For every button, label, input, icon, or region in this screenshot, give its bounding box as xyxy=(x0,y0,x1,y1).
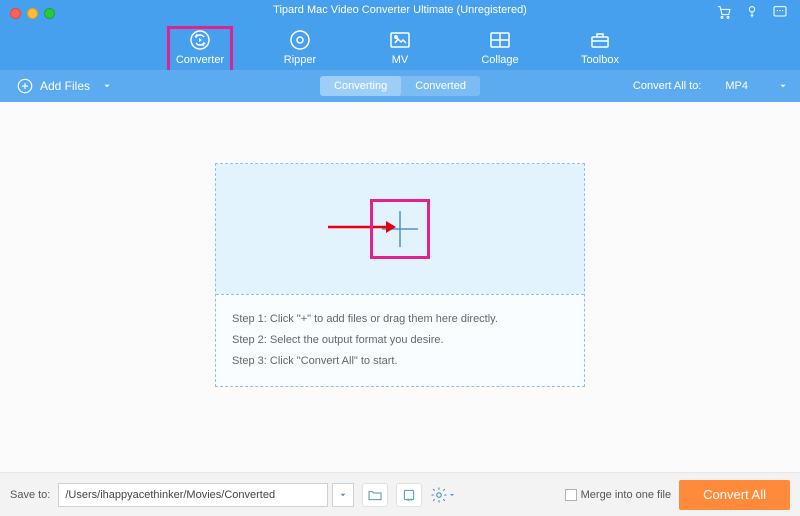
conversion-state-toggle[interactable]: Converting Converted xyxy=(320,76,480,96)
tab-label: Ripper xyxy=(284,54,316,66)
chevron-down-icon xyxy=(778,81,788,91)
save-path-value: /Users/ihappyacethinker/Movies/Converted xyxy=(65,489,275,501)
chevron-down-icon xyxy=(448,491,456,499)
feedback-icon[interactable] xyxy=(772,4,788,25)
open-folder-button[interactable] xyxy=(362,483,388,507)
convert-all-to-label: Convert All to: xyxy=(633,80,701,92)
merge-label: Merge into one file xyxy=(581,489,672,501)
output-format-value: MP4 xyxy=(725,80,748,92)
add-files-label: Add Files xyxy=(40,79,90,93)
svg-text:ON: ON xyxy=(407,497,413,502)
collage-icon xyxy=(488,28,512,52)
annotation-highlight xyxy=(370,199,430,259)
chevron-down-icon[interactable] xyxy=(102,81,112,91)
toolbox-icon xyxy=(588,28,612,52)
step-text: Step 1: Click "+" to add files or drag t… xyxy=(232,309,568,330)
checkbox-icon xyxy=(565,489,577,501)
tab-mv[interactable]: MV xyxy=(371,28,429,66)
ripper-icon xyxy=(288,28,312,52)
drop-zone[interactable]: Step 1: Click "+" to add files or drag t… xyxy=(215,163,585,387)
window-title: Tipard Mac Video Converter Ultimate (Unr… xyxy=(0,4,800,16)
save-to-label: Save to: xyxy=(10,489,50,501)
add-files-button[interactable]: Add Files xyxy=(16,77,112,95)
hardware-accel-button[interactable]: ON xyxy=(396,483,422,507)
settings-button[interactable] xyxy=(430,483,456,507)
convert-all-button[interactable]: Convert All xyxy=(679,480,790,510)
step-text: Step 3: Click "Convert All" to start. xyxy=(232,351,568,372)
key-icon[interactable] xyxy=(744,4,760,25)
mv-icon xyxy=(388,28,412,52)
tab-label: Toolbox xyxy=(581,54,619,66)
save-path-field[interactable]: /Users/ihappyacethinker/Movies/Converted xyxy=(58,483,328,507)
step-text: Step 2: Select the output format you des… xyxy=(232,330,568,351)
convert-all-label: Convert All xyxy=(703,487,766,502)
tab-toolbox[interactable]: Toolbox xyxy=(571,28,629,66)
instructions: Step 1: Click "+" to add files or drag t… xyxy=(216,294,584,386)
merge-checkbox[interactable]: Merge into one file xyxy=(565,489,672,501)
tab-label: Collage xyxy=(481,54,518,66)
save-path-dropdown[interactable] xyxy=(332,483,354,507)
segment-converting[interactable]: Converting xyxy=(320,76,401,96)
output-format-dropdown[interactable]: MP4 xyxy=(725,80,788,92)
segment-converted[interactable]: Converted xyxy=(401,76,480,96)
tab-label: MV xyxy=(392,54,409,66)
cart-icon[interactable] xyxy=(716,4,732,25)
tab-collage[interactable]: Collage xyxy=(471,28,529,66)
tab-ripper[interactable]: Ripper xyxy=(271,28,329,66)
tab-converter[interactable]: Converter xyxy=(171,28,229,66)
